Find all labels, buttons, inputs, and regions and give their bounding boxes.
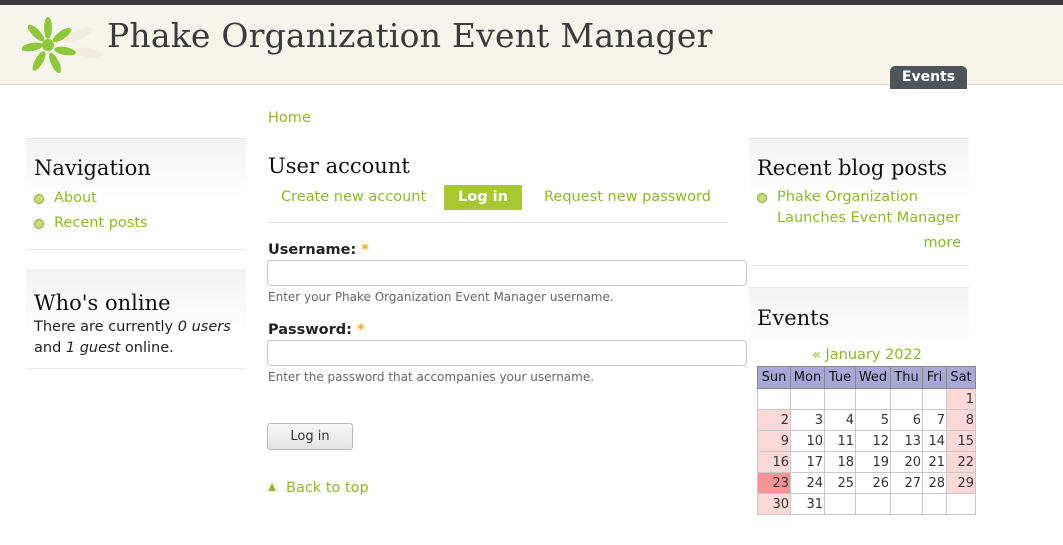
calendar-empty-cell bbox=[824, 493, 856, 515]
calendar-empty-cell bbox=[922, 493, 947, 515]
site-header: Phake Organization Event Manager Events bbox=[0, 5, 1063, 89]
calendar-day[interactable]: 15 bbox=[946, 430, 976, 452]
username-input[interactable] bbox=[267, 260, 747, 286]
calendar-week: 9 10 11 12 13 14 15 bbox=[757, 430, 976, 452]
calendar-month-nav[interactable]: « January 2022 bbox=[757, 347, 977, 363]
calendar-week: 1 bbox=[757, 388, 976, 410]
calendar-day[interactable]: 31 bbox=[790, 493, 825, 515]
calendar-day[interactable]: 21 bbox=[922, 451, 947, 473]
calendar-day[interactable]: 7 bbox=[922, 409, 947, 431]
weekday-header: Mon bbox=[790, 366, 825, 389]
calendar-empty-cell bbox=[946, 493, 976, 515]
calendar-day[interactable]: 29 bbox=[946, 472, 976, 494]
calendar-empty-cell bbox=[790, 388, 825, 410]
calendar-day[interactable]: 12 bbox=[855, 430, 891, 452]
calendar-day[interactable]: 16 bbox=[757, 451, 791, 473]
calendar-day[interactable]: 10 bbox=[790, 430, 825, 452]
username-label: Username: * bbox=[268, 242, 369, 258]
calendar-weekdays: Sun Mon Tue Wed Thu Fri Sat bbox=[757, 366, 976, 389]
calendar-empty-cell bbox=[855, 388, 891, 410]
calendar-empty-cell bbox=[890, 493, 923, 515]
weekday-header: Tue bbox=[824, 366, 856, 389]
weekday-header: Sat bbox=[946, 366, 976, 389]
weekday-header: Fri bbox=[922, 366, 947, 389]
calendar-week: 30 31 bbox=[757, 493, 976, 515]
back-to-top-link[interactable]: Back to top bbox=[268, 480, 369, 496]
bullet-icon bbox=[34, 219, 44, 229]
tabs-divider bbox=[268, 222, 728, 223]
username-description: Enter your Phake Organization Event Mana… bbox=[268, 290, 614, 304]
calendar-day[interactable]: 28 bbox=[922, 472, 947, 494]
calendar-day[interactable]: 3 bbox=[790, 409, 825, 431]
page-title: User account bbox=[268, 154, 410, 178]
calendar-day[interactable]: 17 bbox=[790, 451, 825, 473]
calendar-day[interactable]: 20 bbox=[890, 451, 923, 473]
breadcrumb-home[interactable]: Home bbox=[268, 110, 311, 126]
navigation-title: Navigation bbox=[34, 156, 151, 180]
whos-online-block: Who's online There are currently 0 users… bbox=[26, 270, 246, 369]
calendar-day[interactable]: 24 bbox=[790, 472, 825, 494]
calendar-empty-cell bbox=[855, 493, 891, 515]
recent-blog-title: Recent blog posts bbox=[757, 156, 948, 180]
weekday-header: Thu bbox=[890, 366, 923, 389]
calendar-empty-cell bbox=[890, 388, 923, 410]
calendar-empty-cell bbox=[922, 388, 947, 410]
weekday-header: Sun bbox=[757, 366, 791, 389]
tab-events[interactable]: Events bbox=[890, 66, 967, 89]
calendar-week: 23 24 25 26 27 28 29 bbox=[757, 472, 976, 494]
password-description: Enter the password that accompanies your… bbox=[268, 370, 595, 384]
calendar-day[interactable]: 27 bbox=[890, 472, 923, 494]
required-mark: * bbox=[361, 242, 369, 258]
calendar-empty-cell bbox=[757, 388, 791, 410]
calendar-day[interactable]: 4 bbox=[824, 409, 856, 431]
nav-item-about[interactable]: About bbox=[34, 189, 148, 214]
bullet-icon bbox=[34, 194, 44, 204]
calendar-day[interactable]: 8 bbox=[946, 409, 976, 431]
calendar-day[interactable]: 13 bbox=[890, 430, 923, 452]
calendar-day[interactable]: 1 bbox=[946, 388, 976, 410]
calendar-week: 16 17 18 19 20 21 22 bbox=[757, 451, 976, 473]
calendar-day[interactable]: 2 bbox=[757, 409, 791, 431]
arrow-up-icon bbox=[268, 483, 276, 491]
more-link[interactable]: more bbox=[923, 235, 961, 251]
calendar-day[interactable]: 19 bbox=[855, 451, 891, 473]
nav-item-recent-posts[interactable]: Recent posts bbox=[34, 214, 148, 239]
events-title: Events bbox=[757, 306, 830, 330]
blog-post-link[interactable]: Phake Organization Launches Event Manage… bbox=[757, 187, 960, 229]
required-mark: * bbox=[357, 322, 365, 338]
events-calendar: Sun Mon Tue Wed Thu Fri Sat 1 2 3 4 5 6 7 8 9 10 11 12 13 1… bbox=[757, 366, 976, 515]
tab-request-password[interactable]: Request new password bbox=[544, 185, 711, 210]
weekday-header: Wed bbox=[855, 366, 891, 389]
calendar-day[interactable]: 5 bbox=[855, 409, 891, 431]
calendar-day[interactable]: 30 bbox=[757, 493, 791, 515]
navigation-menu: About Recent posts bbox=[34, 189, 148, 239]
log-in-button[interactable]: Log in bbox=[267, 423, 353, 450]
whos-online-text: There are currently 0 users and 1 guest … bbox=[34, 319, 231, 356]
calendar-day[interactable]: 23 bbox=[757, 472, 791, 494]
tab-log-in[interactable]: Log in bbox=[444, 185, 522, 210]
navigation-block: Navigation About Recent posts bbox=[26, 138, 246, 250]
password-label: Password: * bbox=[268, 322, 365, 338]
calendar-day[interactable]: 11 bbox=[824, 430, 856, 452]
calendar-day[interactable]: 14 bbox=[922, 430, 947, 452]
whos-online-title: Who's online bbox=[34, 291, 171, 315]
tab-create-account[interactable]: Create new account bbox=[281, 185, 426, 210]
site-name[interactable]: Phake Organization Event Manager bbox=[107, 16, 713, 55]
recent-blog-block: Recent blog posts Phake Organization Lau… bbox=[749, 138, 969, 266]
calendar-empty-cell bbox=[824, 388, 856, 410]
calendar-day[interactable]: 25 bbox=[824, 472, 856, 494]
calendar-week: 2345678 bbox=[757, 409, 976, 431]
bullet-icon bbox=[757, 193, 767, 203]
password-input[interactable] bbox=[267, 340, 747, 366]
calendar-day[interactable]: 18 bbox=[824, 451, 856, 473]
calendar-day[interactable]: 6 bbox=[890, 409, 923, 431]
calendar-day[interactable]: 9 bbox=[757, 430, 791, 452]
site-logo-icon[interactable] bbox=[22, 13, 102, 83]
calendar-day[interactable]: 26 bbox=[855, 472, 891, 494]
calendar-day[interactable]: 22 bbox=[946, 451, 976, 473]
